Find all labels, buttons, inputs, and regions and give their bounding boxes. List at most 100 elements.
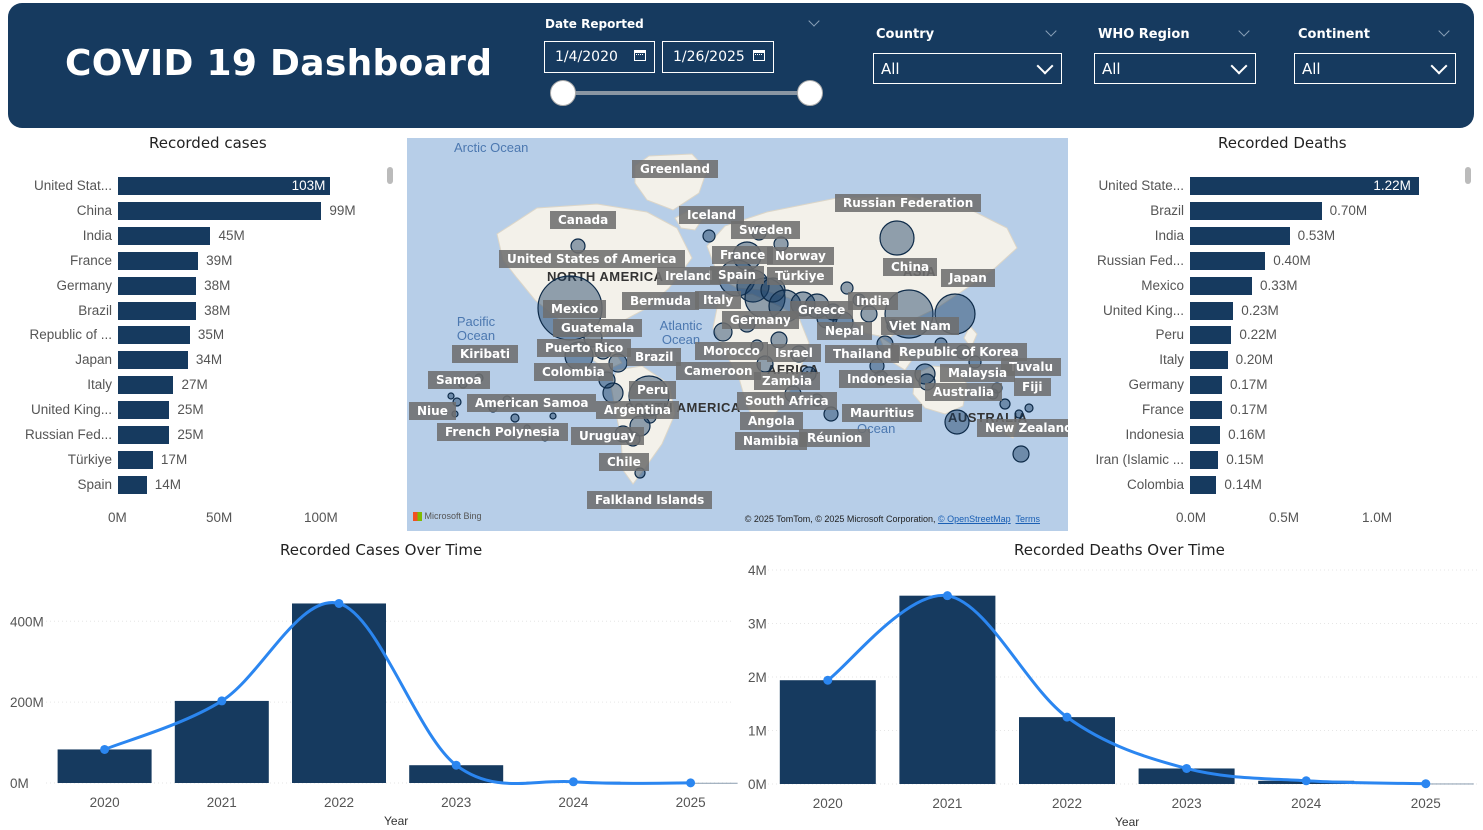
continent-dropdown[interactable]: All [1294,53,1456,84]
bar[interactable] [118,450,153,469]
bar[interactable] [118,326,190,345]
bar[interactable] [118,376,174,395]
deaths-scrollbar[interactable] [1465,167,1471,184]
bar[interactable] [118,251,199,270]
osm-link[interactable]: © OpenStreetMap [938,514,1011,524]
calendar-icon[interactable] [634,50,646,61]
year-bar[interactable] [174,700,269,783]
trend-point[interactable] [568,777,578,787]
map-country-label: Russian Federation [835,194,982,212]
trend-point[interactable] [686,778,696,788]
x-tick-label: 2021 [207,795,237,810]
bar[interactable] [1190,475,1217,494]
bar[interactable] [1190,450,1219,469]
country-dropdown[interactable]: All [873,53,1062,84]
trend-point[interactable] [100,744,110,754]
trend-point[interactable] [1062,712,1072,722]
map-country-label: Thailand [825,345,900,363]
trend-point[interactable] [217,696,227,706]
country-dropdown-value: All [881,60,900,78]
x-tick-label: 2020 [90,795,120,810]
bar-category-label: Iran (Islamic ... [1095,451,1184,467]
bar[interactable] [1190,276,1253,295]
year-bar[interactable] [899,595,996,784]
x-axis-title: Year [384,814,408,828]
map-bubble[interactable] [549,412,557,420]
trend-point[interactable] [1182,763,1192,773]
bar[interactable] [1190,301,1234,320]
calendar-icon[interactable] [753,50,765,61]
bar-value-label: 0.15M [1226,451,1264,467]
map-country-label: India [848,292,898,310]
bar-value-label: 0.16M [1228,427,1266,442]
bar[interactable] [118,201,322,220]
year-bar[interactable] [1019,717,1115,784]
bar-category-label: United King... [30,402,112,418]
bar[interactable] [118,351,188,370]
world-map[interactable]: Arctic Ocean Pacific Ocean Atlantic Ocea… [407,138,1068,531]
bar[interactable] [118,226,211,245]
map-country-label: Fiji [1014,378,1051,396]
map-bubble[interactable] [447,392,455,400]
bar-value-label: 1.22M [1373,178,1411,193]
map-country-label: Türkiye [767,267,833,285]
date-filter-chevron-icon[interactable] [808,15,820,27]
bar[interactable] [1190,426,1221,444]
bar-category-label: France [1141,402,1184,418]
bar[interactable] [1190,226,1290,245]
bar[interactable] [118,276,197,295]
continent-filter-chevron-icon[interactable] [1438,25,1450,37]
bar-category-label: Russian Fed... [24,427,112,442]
bar[interactable] [1190,401,1222,420]
bar[interactable] [118,301,197,320]
map-country-label: Angola [740,412,803,430]
bar[interactable] [1190,201,1322,220]
map-country-label: Malaysia [940,364,1016,382]
trend-point[interactable] [1301,776,1311,786]
map-country-label: Israel [767,344,821,362]
bar[interactable] [1190,251,1266,270]
bar[interactable] [1190,376,1222,395]
year-bar[interactable] [779,680,876,784]
who-region-filter-chevron-icon[interactable] [1238,25,1250,37]
trend-point[interactable] [942,591,952,601]
bar[interactable] [1190,351,1228,370]
bar[interactable] [118,426,170,444]
trend-point[interactable] [334,598,344,608]
map-country-label: Guatemala [553,319,643,337]
map-bubble[interactable] [879,220,915,256]
date-end-input[interactable]: 1/26/2025 [662,41,774,73]
bar-category-label: Spain [77,476,112,492]
date-slider-start-handle[interactable] [550,80,576,106]
terms-link[interactable]: Terms [1016,514,1041,524]
bar[interactable] [118,475,147,494]
map-bubble[interactable] [944,409,970,435]
map-bubble[interactable] [1024,403,1034,413]
trend-point[interactable] [823,675,833,685]
date-slider-end-handle[interactable] [797,80,823,106]
map-copyright: © 2025 TomTom, © 2025 Microsoft Corporat… [745,514,1040,524]
map-bubble[interactable] [510,413,520,423]
bar[interactable] [118,401,170,420]
cases-scrollbar[interactable] [387,167,393,184]
year-bar[interactable] [292,603,386,783]
bar-value-label: 0.53M [1297,227,1336,243]
trend-point[interactable] [451,760,461,770]
date-slider-track[interactable] [563,91,810,95]
year-bar[interactable] [57,749,152,783]
map-bubble[interactable] [1012,445,1030,463]
date-start-input[interactable]: 1/4/2020 [544,41,655,73]
bar[interactable] [1190,326,1232,345]
trend-point[interactable] [1421,779,1431,789]
map-bubble[interactable] [1014,409,1024,419]
map-bubble[interactable] [702,229,716,243]
who-region-dropdown[interactable]: All [1094,53,1256,84]
deaths-axis-tick: 1.0M [1362,510,1393,525]
bar-value-label: 0.14M [1224,476,1262,492]
x-tick-label: 2020 [813,796,843,811]
bar-category-label: Germany [1128,377,1184,393]
x-tick-label: 2022 [1052,796,1082,811]
bar-value-label: 0.17M [1229,402,1268,418]
country-filter-chevron-icon[interactable] [1045,25,1057,37]
y-tick-label: 400M [10,614,44,629]
